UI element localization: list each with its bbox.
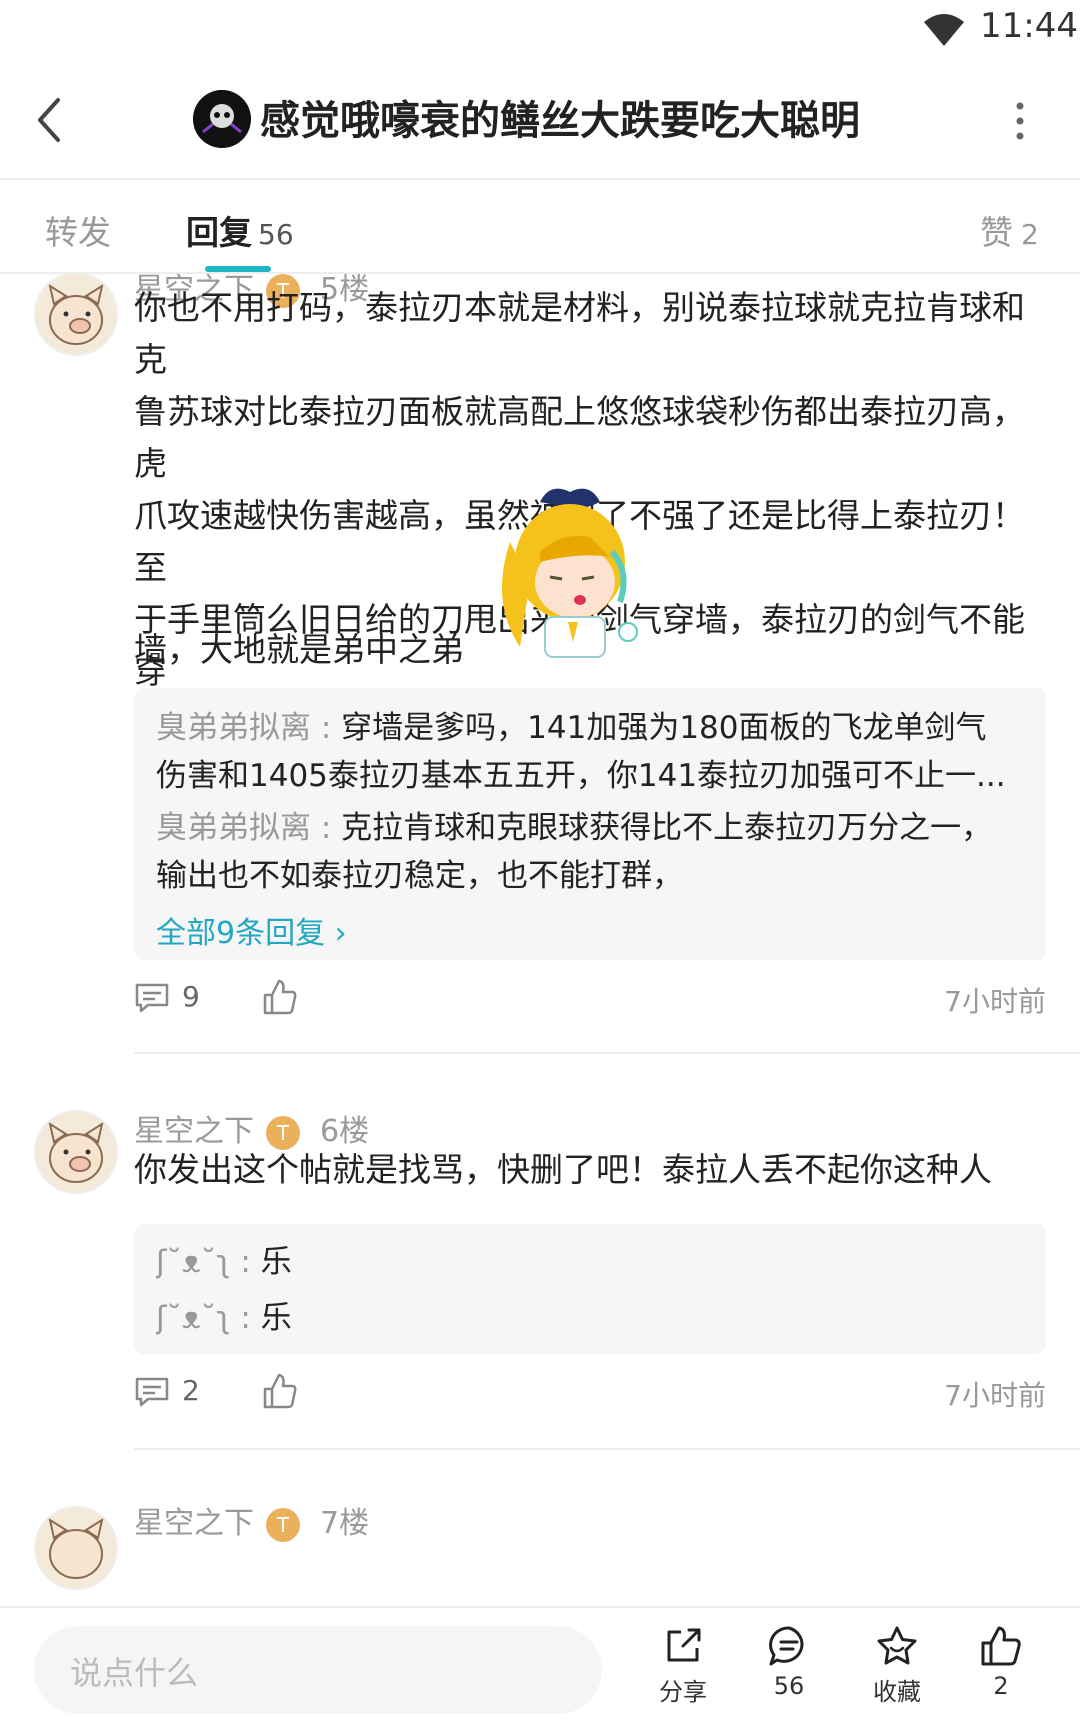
- avatar[interactable]: [34, 1506, 118, 1590]
- sub-reply[interactable]: ʃ˘ᴥ˘ʅ : 乐: [156, 1236, 1026, 1288]
- post-meta: 星空之下 T 7楼: [134, 1498, 369, 1542]
- more-options-icon[interactable]: [1000, 96, 1040, 146]
- comment-input[interactable]: 说点什么: [34, 1626, 602, 1714]
- sub-replies[interactable]: 臭弟弟拟离 : 穿墙是爹吗，141加强为180面板的飞龙单剑气 伤害和1405泰…: [134, 688, 1046, 960]
- post-body: 你发出这个帖就是找骂，快删了吧！泰拉人丢不起你这种人: [134, 1150, 992, 1189]
- star-icon: [877, 1626, 917, 1665]
- sub-reply[interactable]: ʃ˘ᴥ˘ʅ : 乐: [156, 1292, 1026, 1344]
- comment-input-placeholder: 说点什么: [70, 1654, 199, 1692]
- status-bar: 11:44: [0, 0, 1080, 60]
- bottom-action-bar: 说点什么 分享 56 收藏 2: [0, 1606, 1080, 1730]
- share-button[interactable]: 分享: [638, 1624, 728, 1707]
- sub-reply[interactable]: 臭弟弟拟离 : 克拉肯球和克眼球获得比不上泰拉刃万分之一，: [156, 802, 1026, 854]
- comment-icon[interactable]: [134, 1376, 170, 1408]
- thumbs-up-icon[interactable]: [262, 1372, 298, 1410]
- thumbs-up-icon: [981, 1626, 1021, 1666]
- post-actions: 9 7小时前: [134, 974, 1046, 1024]
- share-icon: [667, 1628, 701, 1662]
- sub-reply[interactable]: 臭弟弟拟离 : 穿墙是爹吗，141加强为180面板的飞龙单剑气: [156, 702, 1026, 754]
- author-name[interactable]: 星空之下: [134, 1506, 254, 1541]
- thumbs-up-icon[interactable]: [262, 978, 298, 1016]
- avatar[interactable]: [34, 1110, 118, 1194]
- level-badge: T: [266, 1507, 300, 1542]
- comment-icon[interactable]: [134, 982, 170, 1014]
- divider: [134, 1052, 1080, 1054]
- likes-count: 2: [1021, 218, 1039, 251]
- tab-likes[interactable]: 赞2: [980, 206, 1039, 254]
- back-icon[interactable]: [30, 92, 70, 148]
- comment-bubble-icon: [769, 1626, 804, 1666]
- top-bar: 感觉哦嚎衰的鳝丝大跌要吃大聪明: [0, 60, 1080, 180]
- reply-feed[interactable]: 星空之下 T 5楼 你也不用打码，泰拉刃本就是材料，别说泰拉球就克拉肯球和克 鲁苏球…: [0, 274, 1080, 1604]
- floor-number: 7楼: [320, 1506, 370, 1541]
- divider: [134, 1448, 1080, 1450]
- like-button[interactable]: 2: [956, 1624, 1046, 1700]
- sticker-image[interactable]: [480, 482, 650, 662]
- view-all-replies-link[interactable]: 全部9条回复 ›: [156, 908, 347, 952]
- comment-count: 2: [182, 1374, 200, 1407]
- avatar[interactable]: [34, 274, 118, 356]
- active-tab-indicator: [205, 266, 271, 272]
- sub-reply-continued[interactable]: 输出也不如泰拉刃稳定，也不能打群，: [156, 850, 1026, 902]
- post-time: 7小时前: [944, 985, 1046, 1018]
- comment-count: 9: [182, 980, 200, 1013]
- post-time: 7小时前: [944, 1379, 1046, 1412]
- post-actions: 2 7小时前: [134, 1368, 1046, 1418]
- comments-button[interactable]: 56: [744, 1624, 834, 1700]
- sub-replies[interactable]: ʃ˘ᴥ˘ʅ : 乐 ʃ˘ᴥ˘ʅ : 乐: [134, 1224, 1046, 1354]
- reply-count: 56: [258, 218, 294, 251]
- chevron-right-icon: ›: [334, 916, 347, 951]
- page-title: 感觉哦嚎衰的鳝丝大跌要吃大聪明: [260, 98, 860, 144]
- collect-button[interactable]: 收藏: [852, 1624, 942, 1707]
- tab-bar: 转发 回复 56 赞2: [0, 180, 1080, 274]
- post-body-last-line: 墙，大地就是弟中之弟: [134, 630, 464, 669]
- wifi-icon: [924, 14, 964, 46]
- status-time: 11:44: [980, 6, 1078, 46]
- tab-reply[interactable]: 回复 56: [186, 206, 294, 254]
- tab-repost[interactable]: 转发: [45, 206, 111, 254]
- owner-avatar[interactable]: [193, 90, 251, 148]
- sub-reply-continued[interactable]: 伤害和1405泰拉刃基本五五开，你141泰拉刃加强可不止一...: [156, 750, 1026, 802]
